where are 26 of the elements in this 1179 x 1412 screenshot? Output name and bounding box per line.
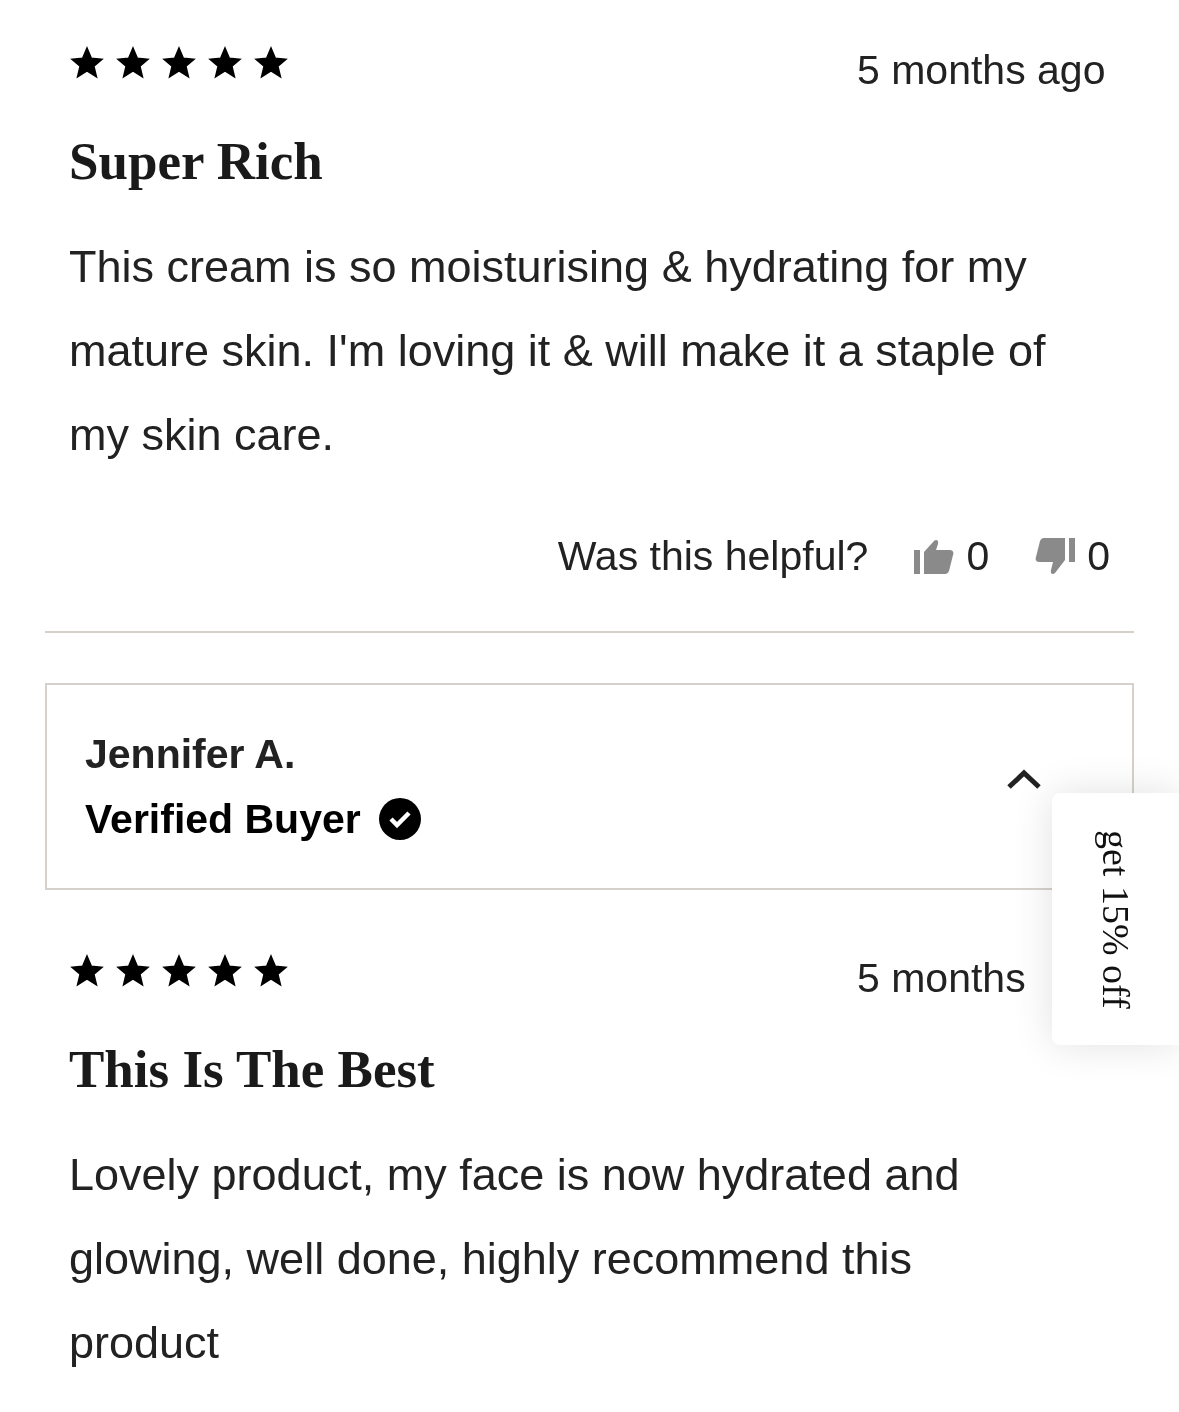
star-icon [253,953,289,989]
thumbs-down-icon[interactable] [1035,538,1076,574]
chevron-up-icon[interactable] [1006,767,1042,790]
star-icon [161,45,197,81]
review-date: 5 months [857,954,1027,1003]
star-icon [207,45,243,81]
review-title: Super Rich [69,131,324,191]
reviewer-name: Jennifer A. [85,730,297,779]
helpful-prompt: Was this helpful? [557,532,869,581]
star-icon [69,953,105,989]
star-icon [69,45,105,81]
review-text: Lovely product, my face is now hydrated and glowing, well done, highly recommend this product [69,1148,961,1370]
star-icon [115,45,151,81]
check-circle-icon [378,798,421,840]
verified-label: Verified Buyer [85,795,361,844]
thumbs-up-icon[interactable] [914,538,955,574]
downvote-count: 0 [1087,532,1110,581]
star-icon [253,45,289,81]
review-text: This cream is so moisturising & hydrating for my mature skin. I'm loving it & will make it a staple of my skin care. [69,240,1047,462]
star-icon [161,953,197,989]
review-title: This Is The Best [69,1039,436,1099]
review-date: 5 months ago [857,46,1107,95]
discount-tab[interactable]: get 15% off [1052,793,1179,1045]
upvote-count: 0 [966,532,990,581]
star-icon [115,953,151,989]
star-icon [207,953,243,989]
